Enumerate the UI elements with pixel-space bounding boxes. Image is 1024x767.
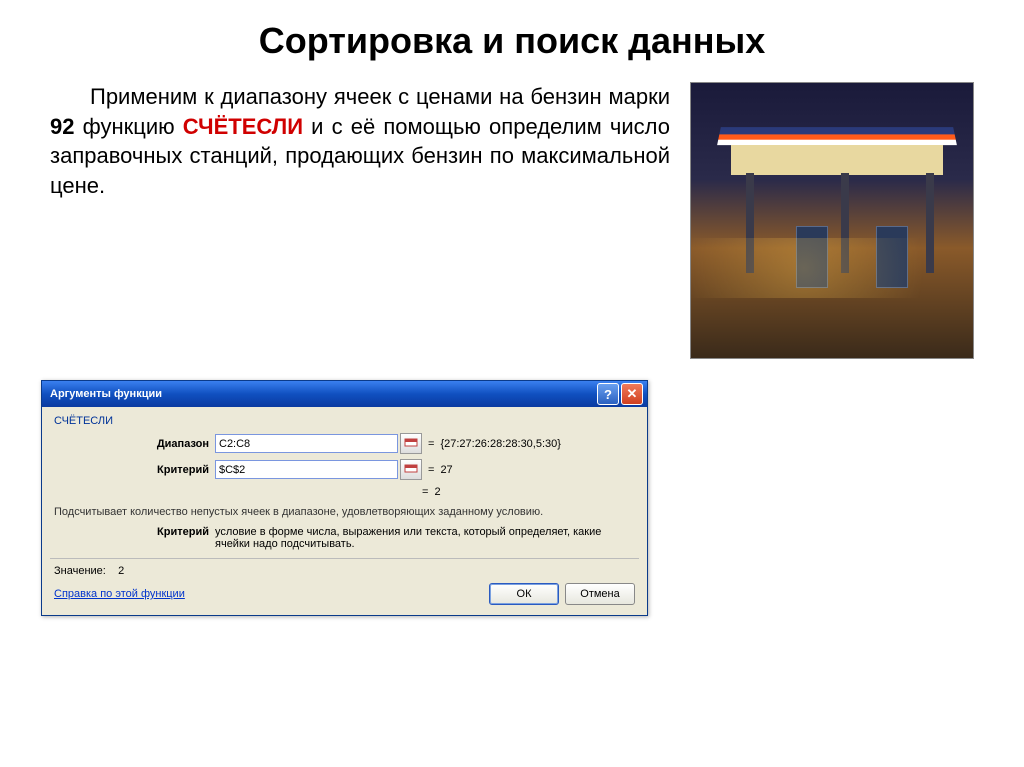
formula-result-preview: 2 — [434, 486, 440, 498]
slide-paragraph: Применим к диапазону ячеек с ценами на б… — [50, 82, 670, 359]
canopy-shape — [717, 127, 957, 145]
close-button[interactable]: ✕ — [621, 383, 643, 405]
function-name-label: СЧЁТЕСЛИ — [54, 415, 635, 427]
criteria-preview: 27 — [440, 464, 452, 476]
dialog-titlebar[interactable]: Аргументы функции ? ✕ — [42, 381, 647, 407]
equals-sign: = — [422, 464, 440, 476]
help-button[interactable]: ? — [597, 383, 619, 405]
arg-help-label: Критерий — [54, 526, 215, 550]
range-selector-button[interactable] — [400, 459, 422, 480]
criteria-label: Критерий — [54, 464, 215, 476]
text-function-name: СЧЁТЕСЛИ — [183, 114, 303, 139]
text-part: Применим к диапазону ячеек с ценами на б… — [90, 84, 670, 109]
value-result: 2 — [118, 565, 124, 577]
value-row: Значение: 2 — [54, 565, 635, 577]
ambient-light — [691, 238, 973, 298]
help-link[interactable]: Справка по этой функции — [54, 588, 185, 600]
range-input[interactable] — [215, 434, 398, 453]
equals-sign: = — [422, 438, 440, 450]
close-icon: ✕ — [627, 386, 638, 402]
criteria-input[interactable] — [215, 460, 398, 479]
range-label: Диапазон — [54, 438, 215, 450]
ok-button[interactable]: ОК — [489, 583, 559, 605]
range-preview: {27:27:26:28:28:30,5:30} — [440, 438, 561, 450]
text-part: функцию — [74, 114, 182, 139]
canopy-underside — [731, 145, 943, 175]
gas-station-image — [690, 82, 974, 359]
slide-title: Сортировка и поиск данных — [50, 20, 974, 62]
value-label: Значение: — [54, 565, 106, 577]
function-arguments-dialog: Аргументы функции ? ✕ СЧЁТЕСЛИ Диапазон … — [41, 380, 648, 616]
text-bold-92: 92 — [50, 114, 74, 139]
range-selector-button[interactable] — [400, 433, 422, 454]
range-selector-icon — [404, 464, 418, 476]
dialog-title: Аргументы функции — [50, 388, 162, 400]
range-selector-icon — [404, 438, 418, 450]
divider — [50, 558, 639, 559]
arg-help-text: условие в форме числа, выражения или тек… — [215, 526, 635, 550]
function-description: Подсчитывает количество непустых ячеек в… — [54, 506, 635, 518]
equals-sign: = — [416, 486, 434, 498]
cancel-button[interactable]: Отмена — [565, 583, 635, 605]
